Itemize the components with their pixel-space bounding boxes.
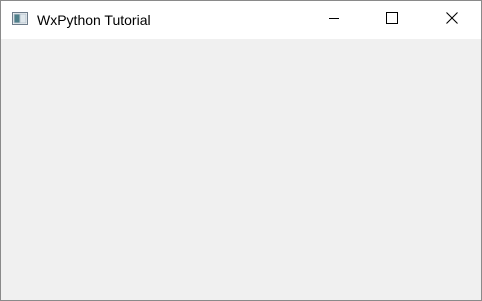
title-bar[interactable]: WxPython Tutorial	[1, 1, 481, 39]
close-button[interactable]	[423, 1, 481, 39]
app-window: WxPython Tutorial	[0, 0, 482, 301]
minimize-button[interactable]	[305, 1, 363, 39]
close-icon	[446, 11, 458, 29]
maximize-icon	[386, 11, 398, 29]
window-title: WxPython Tutorial	[37, 12, 151, 28]
client-area	[1, 39, 481, 300]
maximize-button[interactable]	[363, 1, 421, 39]
minimize-icon	[328, 11, 340, 29]
app-window-icon[interactable]	[12, 12, 28, 25]
